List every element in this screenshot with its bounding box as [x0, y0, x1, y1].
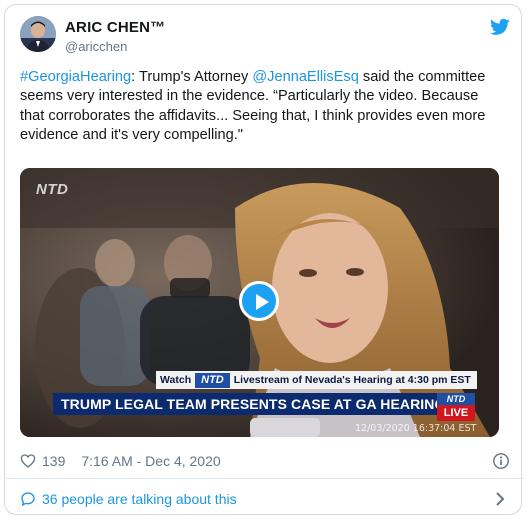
conversation-link[interactable]: 36 people are talking about this — [20, 488, 510, 510]
like-count[interactable]: 139 — [42, 453, 65, 469]
video-player[interactable]: NTD Watch NTD Livestream of Nevada's Hea… — [20, 168, 499, 437]
speech-bubble-icon — [21, 492, 35, 507]
hashtag-link[interactable]: #GeorgiaHearing — [20, 69, 131, 85]
tweet-header: ARIC CHEN™ @aricchen — [20, 16, 510, 60]
play-button[interactable] — [239, 281, 279, 321]
tweet-text-part1: : Trump's Attorney — [131, 69, 253, 85]
tweet-time[interactable]: 7:16 AM - Dec 4, 2020 — [81, 453, 220, 469]
ticker-text: Livestream of Nevada's Hearing at 4:30 p… — [233, 374, 471, 386]
ticker-bar: Watch NTD Livestream of Nevada's Hearing… — [156, 371, 477, 389]
ticker-watch: Watch — [160, 374, 192, 386]
author-display-name[interactable]: ARIC CHEN™ — [65, 19, 165, 37]
twitter-bird-icon[interactable] — [490, 18, 510, 36]
info-icon[interactable] — [492, 452, 510, 470]
heart-icon[interactable] — [20, 453, 36, 469]
tweet-meta: 139 7:16 AM - Dec 4, 2020 — [20, 450, 510, 472]
live-badge-ntd: NTD — [437, 393, 475, 405]
author-handle[interactable]: @aricchen — [65, 38, 165, 55]
mention-link[interactable]: @JennaEllisEsq — [252, 69, 358, 85]
divider — [4, 478, 524, 479]
ntd-live-badge: NTD LIVE — [437, 393, 475, 421]
play-icon — [256, 294, 269, 310]
ticker-ntd-logo: NTD — [195, 372, 230, 388]
live-badge-live: LIVE — [437, 405, 475, 421]
tweet-text: #GeorgiaHearing: Trump's Attorney @Jenna… — [20, 68, 504, 146]
ntd-watermark: NTD — [36, 181, 69, 198]
lower-third-headline: TRUMP LEGAL TEAM PRESENTS CASE AT GA HEA… — [53, 393, 454, 415]
video-timestamp: 12/03/2020 16:37:04 EST — [355, 423, 477, 434]
avatar[interactable] — [20, 16, 56, 52]
conversation-text[interactable]: 36 people are talking about this — [42, 491, 237, 507]
chevron-right-icon[interactable] — [494, 491, 506, 507]
